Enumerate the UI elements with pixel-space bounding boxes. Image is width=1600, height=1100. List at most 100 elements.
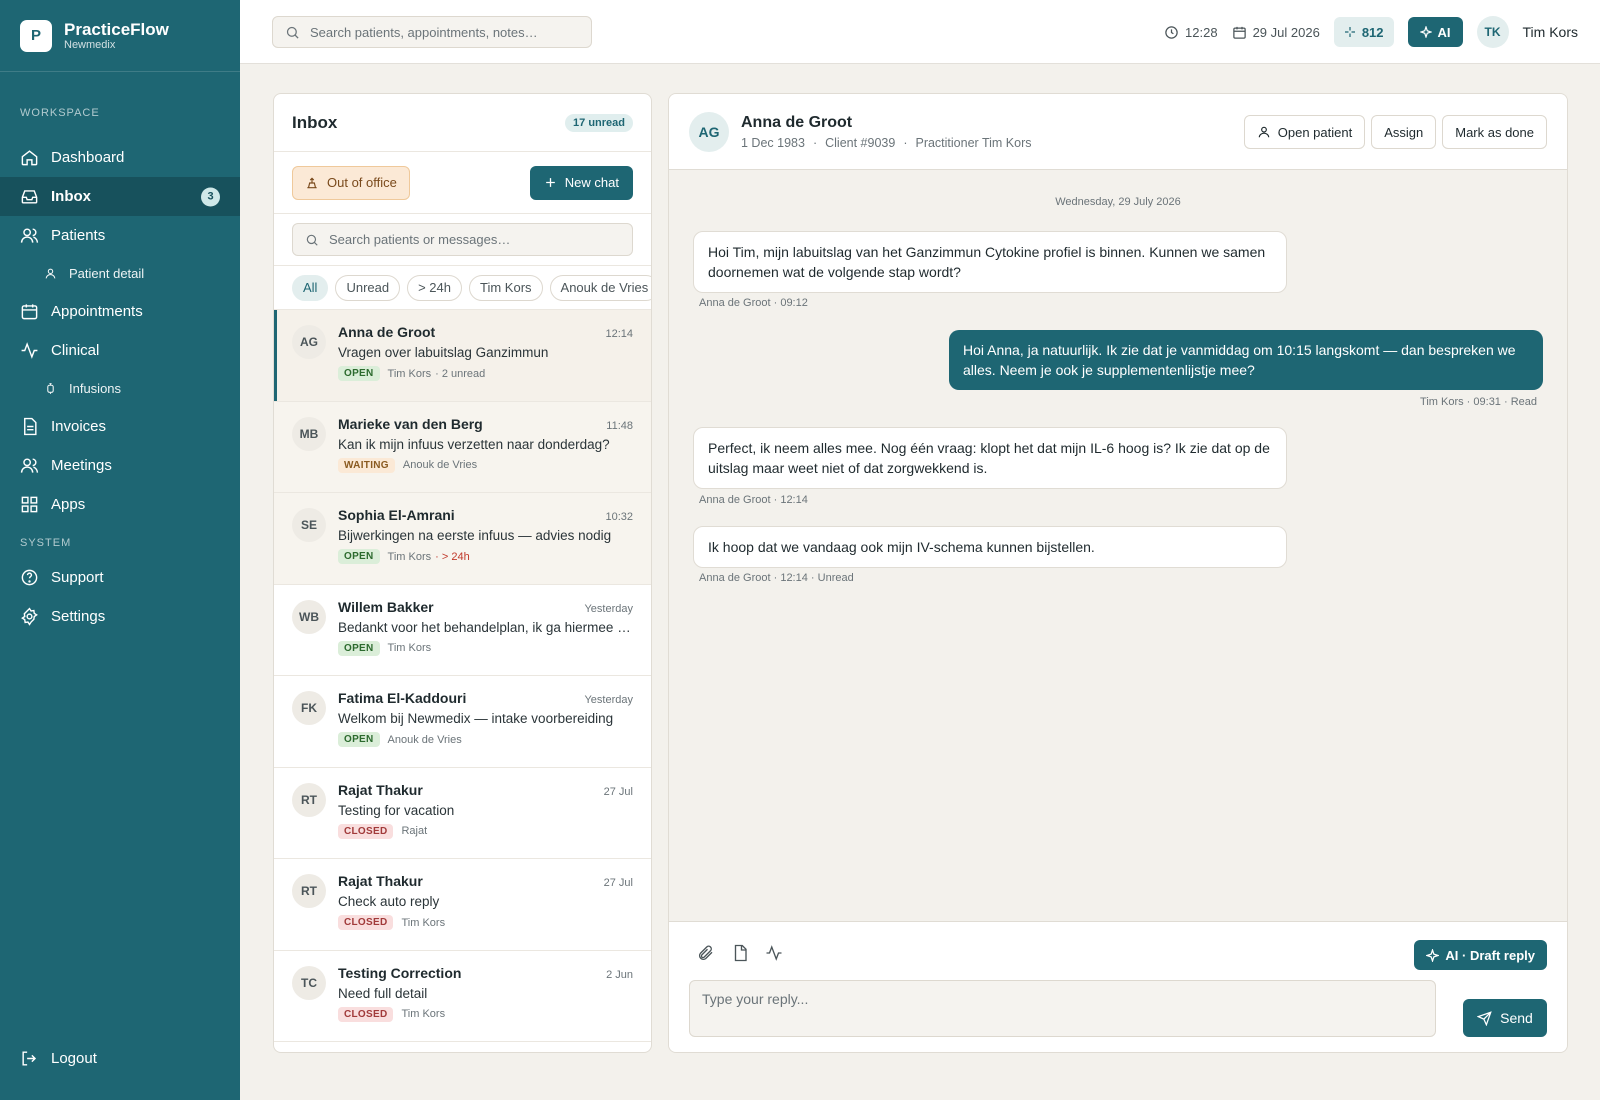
assign-button[interactable]: Assign xyxy=(1371,115,1437,149)
conversation-avatar: MB xyxy=(292,416,326,451)
sidebar-item-label: Apps xyxy=(51,496,86,513)
conversation-name: Marieke van den Berg xyxy=(338,415,483,432)
brand-name: PracticeFlow xyxy=(64,20,169,39)
status-badge: OPEN xyxy=(338,549,380,564)
ai-button[interactable]: AI xyxy=(1407,17,1463,47)
sidebar-item-inbox[interactable]: Inbox 3 xyxy=(0,177,240,216)
filter-chip-unread[interactable]: Unread xyxy=(335,274,401,301)
conversation-item[interactable]: TC Testing Correction 2 Jun Need full detai… xyxy=(274,950,651,1042)
message-meta: Tim Kors · 09:31 · Read xyxy=(1420,396,1537,408)
sidebar-item-patients[interactable]: Patients xyxy=(0,216,240,255)
conversation-time: Yesterday xyxy=(584,602,633,615)
conversation-preview: Vragen over labuitslag Ganzimmun xyxy=(338,345,549,360)
logout-icon xyxy=(22,1051,37,1066)
ai-draft-reply-label: AI · Draft reply xyxy=(1445,947,1535,963)
out-of-office-button[interactable]: Out of office xyxy=(292,165,410,200)
calendar-icon xyxy=(21,304,38,320)
sidebar-item-invoices[interactable]: Invoices xyxy=(0,407,240,446)
status-badge: CLOSED xyxy=(338,1006,394,1022)
conversation-avatar: FK xyxy=(292,691,326,725)
conversation-time: 27 Jul xyxy=(603,877,633,889)
plus-icon xyxy=(545,178,555,187)
status-badge: OPEN xyxy=(338,640,380,656)
reply-input[interactable]: Type your reply... xyxy=(689,980,1436,1037)
sidebar-item-appointments[interactable]: Appointments xyxy=(0,292,240,331)
sidebar-item-settings[interactable]: Settings xyxy=(0,597,240,636)
conversation-avatar: TC xyxy=(292,965,326,1000)
ai-draft-reply-button[interactable]: AI · Draft reply xyxy=(1414,940,1547,970)
message-meta: Anna de Groot · 12:14 xyxy=(699,494,808,506)
chat-panel: AG Anna de Groot 1 Dec 1983 · Client #90… xyxy=(668,93,1568,1053)
conversation-item[interactable]: WB Willem Bakker Yesterday Bedankt voor het… xyxy=(274,584,651,676)
filter-chip-anouk-de-vries[interactable]: Anouk de Vries xyxy=(549,274,651,301)
conversation-preview: Bedankt voor het behandelplan, ik ga hie… xyxy=(338,619,633,635)
out-of-office-icon xyxy=(307,177,317,188)
inbox-icon xyxy=(21,190,38,204)
user-name[interactable]: Tim Kors xyxy=(1523,24,1578,40)
conversation-time: 11:48 xyxy=(606,419,633,432)
conversation-item[interactable]: FK Fatima El-Kaddouri Yesterday Welkom bij … xyxy=(274,676,651,768)
current-date: 29 Jul 2026 xyxy=(1252,24,1320,40)
new-chat-button[interactable]: New chat xyxy=(529,165,633,200)
status-badge: WAITING xyxy=(338,457,395,473)
conversation-item[interactable]: RT Rajat Thakur 27 Jul Testing for vacation… xyxy=(274,767,651,859)
inbox-search-input[interactable]: Search patients or messages… xyxy=(292,223,633,256)
date: 29 Jul 2026 xyxy=(1232,25,1320,40)
conversation-preview: Need full detail xyxy=(338,985,428,1001)
activity-icon[interactable] xyxy=(765,944,783,962)
sparkle-icon xyxy=(1426,948,1440,962)
out-of-office-label: Out of office xyxy=(327,175,397,190)
open-patient-button[interactable]: Open patient xyxy=(1243,115,1366,149)
conversation-name: Willem Bakker xyxy=(338,598,434,615)
logout-label: Logout xyxy=(51,1050,97,1067)
logout-button[interactable]: Logout xyxy=(0,1039,240,1078)
sidebar-item-apps[interactable]: Apps xyxy=(0,485,240,524)
sidebar-item-clinical[interactable]: Clinical xyxy=(0,331,240,370)
conversation-name: Anna de Groot xyxy=(338,324,436,340)
ai-credits-badge[interactable]: 812 xyxy=(1333,17,1394,47)
conversation-item[interactable]: RT Rajat Thakur 27 Jul Check auto reply CLOS… xyxy=(274,859,651,951)
brand[interactable]: P PracticeFlow Newmedix xyxy=(0,0,240,72)
conversation-name: Sophia El-Amrani xyxy=(338,507,455,523)
conversation-item[interactable]: SE Sophia El-Amrani 10:32 Bijwerkingen na e… xyxy=(274,493,651,585)
global-search-input[interactable]: Search patients, appointments, notes… xyxy=(272,16,592,48)
conversation-owner: Tim Kors xyxy=(387,642,432,654)
conversation-item[interactable]: MB Marieke van den Berg 11:48 Kan ik mijn i… xyxy=(274,401,651,493)
document-icon[interactable] xyxy=(731,944,749,962)
reply-placeholder: Type your reply... xyxy=(702,991,809,1007)
sidebar-item-dashboard[interactable]: Dashboard xyxy=(0,138,240,177)
send-label: Send xyxy=(1500,1010,1533,1026)
conversation-owner: Tim Kors xyxy=(401,916,446,929)
sidebar: P PracticeFlow Newmedix WORKSPACE Dashbo… xyxy=(0,0,240,1100)
sidebar-item-meetings[interactable]: Meetings xyxy=(0,446,240,485)
conversation-extra: · 2 unread xyxy=(435,367,486,380)
filter-chip-all[interactable]: All xyxy=(292,274,329,301)
sidebar-item-label: Patient detail xyxy=(69,266,145,281)
paperclip-icon[interactable] xyxy=(697,944,715,962)
clock-icon xyxy=(1165,25,1178,39)
search-icon xyxy=(306,234,318,246)
conversation-owner: Tim Kors xyxy=(401,1008,446,1020)
conversation-owner: Anouk de Vries xyxy=(387,733,462,746)
sidebar-item-patient-detail[interactable]: Patient detail xyxy=(0,255,240,292)
filter-chip-over-24h[interactable]: > 24h xyxy=(407,274,462,301)
message-bubble-incoming: Perfect, ik neem alles mee. Nog één vraa… xyxy=(693,427,1287,489)
conversation-time: 12:14 xyxy=(605,328,633,340)
user-avatar[interactable]: TK xyxy=(1476,16,1509,48)
sidebar-item-support[interactable]: Support xyxy=(0,558,240,597)
clock: 12:28 xyxy=(1164,25,1218,40)
unread-count-badge: 17 unread xyxy=(565,113,633,132)
sidebar-item-label: Infusions xyxy=(69,381,122,396)
nav-section-system: SYSTEM xyxy=(20,537,72,549)
mark-as-done-button[interactable]: Mark as done xyxy=(1442,115,1547,149)
conversation-name: Testing Correction xyxy=(338,964,462,981)
conversation-item[interactable]: AG Anna de Groot 12:14 Vragen over labuitsl… xyxy=(274,310,651,402)
conversation-preview: Check auto reply xyxy=(338,894,440,909)
filter-chip-tim-kors[interactable]: Tim Kors xyxy=(469,274,543,301)
sparkle-icon xyxy=(1419,26,1432,38)
sidebar-item-infusions[interactable]: Infusions xyxy=(0,370,240,407)
conversation-extra: · > 24h xyxy=(435,550,470,563)
send-button[interactable]: Send xyxy=(1463,999,1547,1037)
users-icon xyxy=(20,228,39,243)
status-badge: OPEN xyxy=(338,732,380,747)
